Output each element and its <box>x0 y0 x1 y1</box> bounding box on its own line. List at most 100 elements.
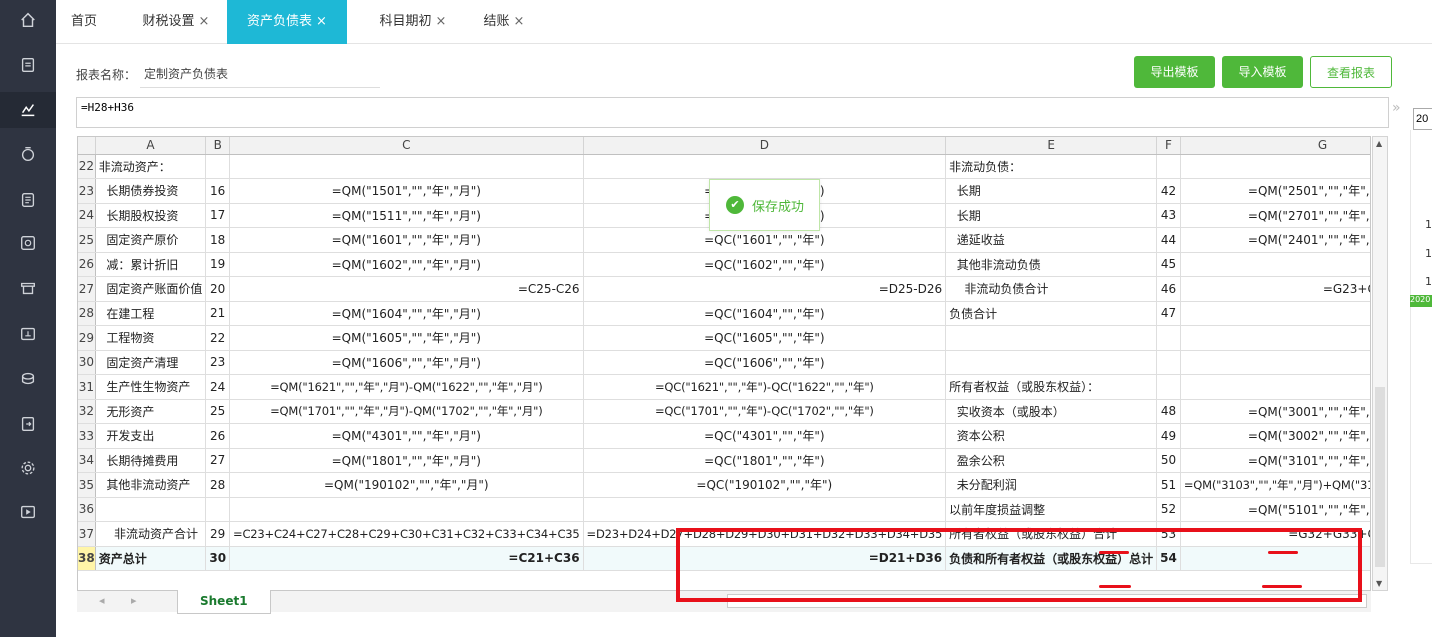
cell-b26[interactable]: 19 <box>205 252 231 277</box>
report-chart-icon[interactable] <box>0 92 56 128</box>
export-template-button[interactable]: 导出模板 <box>1134 56 1215 88</box>
formula-bar[interactable]: =H28+H36 <box>76 97 1389 128</box>
cell-b24[interactable]: 17 <box>205 203 231 228</box>
side-panel-input[interactable] <box>1413 108 1432 130</box>
report-name-input[interactable] <box>140 60 380 88</box>
cell-c26[interactable]: =QM("1602","","年","月") <box>229 252 584 277</box>
cell-b34[interactable]: 27 <box>205 448 231 473</box>
cell-b38[interactable]: 30 <box>205 546 231 571</box>
cell-c33[interactable]: =QM("4301","","年","月") <box>229 423 584 449</box>
cell-a28[interactable]: 在建工程 <box>95 301 207 326</box>
cell-g30[interactable] <box>1180 350 1370 375</box>
cell-a26[interactable]: 减：累计折旧 <box>95 252 207 277</box>
cell-f34[interactable]: 50 <box>1156 448 1181 473</box>
cell-b33[interactable]: 26 <box>205 423 231 449</box>
settings-icon[interactable] <box>0 450 56 486</box>
close-icon[interactable]: × <box>316 14 327 29</box>
cell-e27[interactable]: 非流动负债合计 <box>945 276 1158 302</box>
cell-e23[interactable]: 长期 <box>945 178 1158 204</box>
cell-c27[interactable]: =C25-C26 <box>229 276 584 302</box>
cell-a30[interactable]: 固定资产清理 <box>95 350 207 375</box>
expand-panel-icon[interactable]: » <box>1392 100 1401 116</box>
cell-a37[interactable]: 非流动资产合计 <box>95 521 207 547</box>
export-icon[interactable] <box>0 406 56 442</box>
tab-closing[interactable]: 结账 × <box>476 0 532 44</box>
cell-g25[interactable]: =QM("2401","","年","月") <box>1180 227 1370 253</box>
cell-a23[interactable]: 长期债券投资 <box>95 178 207 204</box>
cell-f33[interactable]: 49 <box>1156 423 1181 449</box>
cell-g35[interactable]: =QM("3103","","年","月")+QM("3104","","年",… <box>1180 472 1370 498</box>
row-header[interactable]: 38 <box>78 546 96 571</box>
cell-f22[interactable] <box>1156 154 1181 179</box>
finance-icon[interactable] <box>0 136 56 172</box>
home-icon[interactable] <box>0 2 56 38</box>
tab-tax-settings[interactable]: 财税设置 × <box>132 0 220 44</box>
cell-b35[interactable]: 28 <box>205 472 231 498</box>
sheet-tab[interactable]: Sheet1 <box>177 590 271 614</box>
row-header[interactable]: 34 <box>78 448 96 473</box>
scroll-thumb[interactable] <box>1375 387 1385 567</box>
cell-c36[interactable] <box>229 497 584 522</box>
ledger-icon[interactable] <box>0 182 56 218</box>
cell-b36[interactable] <box>205 497 231 522</box>
cell-c22[interactable] <box>229 154 584 179</box>
row-header[interactable]: 29 <box>78 325 96 351</box>
coins-icon[interactable] <box>0 361 56 397</box>
cell-e34[interactable]: 盈余公积 <box>945 448 1158 473</box>
cell-f30[interactable] <box>1156 350 1181 375</box>
cell-f25[interactable]: 44 <box>1156 227 1181 253</box>
cell-g33[interactable]: =QM("3002","","年","月") <box>1180 423 1370 449</box>
select-all-corner[interactable] <box>78 137 96 155</box>
cell-d34[interactable]: =QC("1801","","年") <box>583 448 947 473</box>
scroll-up-icon[interactable]: ▲ <box>1376 139 1382 148</box>
row-header[interactable]: 33 <box>78 423 96 449</box>
tab-home[interactable]: 首页 <box>62 0 106 44</box>
scroll-down-icon[interactable]: ▼ <box>1376 579 1382 588</box>
cell-d30[interactable]: =QC("1606","","年") <box>583 350 947 375</box>
cell-b25[interactable]: 18 <box>205 227 231 253</box>
tab-balance-sheet[interactable]: 资产负债表 × <box>227 0 347 44</box>
row-header[interactable]: 37 <box>78 521 96 547</box>
tab-opening-balance[interactable]: 科目期初 × <box>363 0 463 44</box>
row-header[interactable]: 22 <box>78 154 96 179</box>
cell-f31[interactable] <box>1156 374 1181 400</box>
cell-a24[interactable]: 长期股权投资 <box>95 203 207 228</box>
cell-g34[interactable]: =QM("3101","","年","月") <box>1180 448 1370 473</box>
cell-c34[interactable]: =QM("1801","","年","月") <box>229 448 584 473</box>
cell-a27[interactable]: 固定资产账面价值 <box>95 276 207 302</box>
cell-e31[interactable]: 所有者权益（或股东权益）： <box>945 374 1158 400</box>
cell-e33[interactable]: 资本公积 <box>945 423 1158 449</box>
cell-f27[interactable]: 46 <box>1156 276 1181 302</box>
cell-g24[interactable]: =QM("2701","","年","月") <box>1180 203 1370 228</box>
cell-a33[interactable]: 开发支出 <box>95 423 207 449</box>
view-report-button[interactable]: 查看报表 <box>1310 56 1392 88</box>
cell-c35[interactable]: =QM("190102","","年","月") <box>229 472 584 498</box>
row-header[interactable]: 28 <box>78 301 96 326</box>
cell-d29[interactable]: =QC("1605","","年") <box>583 325 947 351</box>
cell-b22[interactable] <box>205 154 231 179</box>
cell-c37[interactable]: =C23+C24+C27+C28+C29+C30+C31+C32+C33+C34… <box>229 521 584 547</box>
row-header[interactable]: 24 <box>78 203 96 228</box>
cell-b28[interactable]: 21 <box>205 301 231 326</box>
cell-f24[interactable]: 43 <box>1156 203 1181 228</box>
cell-a29[interactable]: 工程物资 <box>95 325 207 351</box>
import-template-button[interactable]: 导入模板 <box>1222 56 1303 88</box>
store-icon[interactable] <box>0 270 56 306</box>
voucher-icon[interactable] <box>0 47 56 83</box>
cell-c30[interactable]: =QM("1606","","年","月") <box>229 350 584 375</box>
cell-d25[interactable]: =QC("1601","","年") <box>583 227 947 253</box>
cell-b27[interactable]: 20 <box>205 276 231 302</box>
cell-a31[interactable]: 生产性生物资产 <box>95 374 207 400</box>
row-header[interactable]: 23 <box>78 178 96 204</box>
cell-e35[interactable]: 未分配利润 <box>945 472 1158 498</box>
cell-g36[interactable]: =QM("5101","","年","月") <box>1180 497 1370 522</box>
cell-c29[interactable]: =QM("1605","","年","月") <box>229 325 584 351</box>
cell-a36[interactable] <box>95 497 207 522</box>
cell-e36[interactable]: 以前年度损益调整 <box>945 497 1158 522</box>
cell-b37[interactable]: 29 <box>205 521 231 547</box>
row-header[interactable]: 30 <box>78 350 96 375</box>
cell-d26[interactable]: =QC("1602","","年") <box>583 252 947 277</box>
cell-c25[interactable]: =QM("1601","","年","月") <box>229 227 584 253</box>
row-header[interactable]: 27 <box>78 276 96 302</box>
cell-b29[interactable]: 22 <box>205 325 231 351</box>
